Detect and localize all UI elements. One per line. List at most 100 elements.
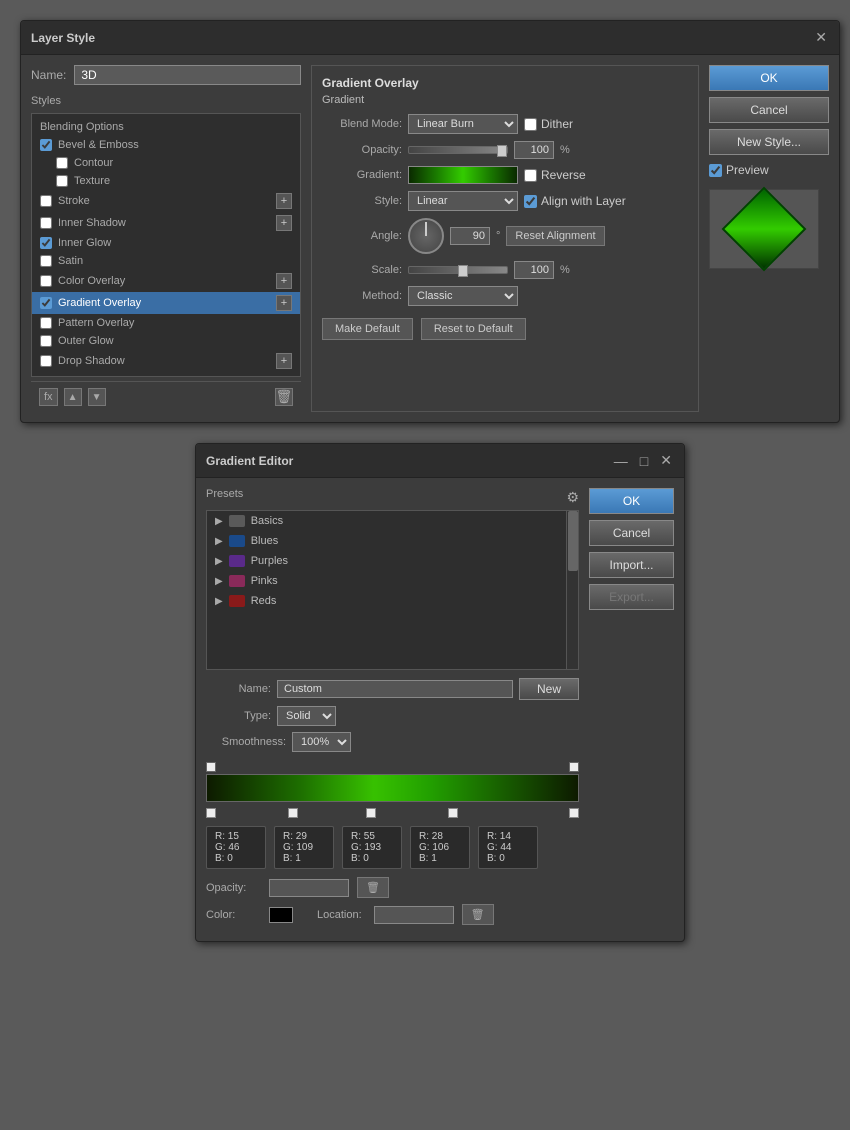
opacity-stop-right[interactable]	[569, 762, 579, 772]
ge-cancel-btn[interactable]: Cancel	[589, 520, 674, 546]
style-item-color-overlay[interactable]: Color Overlay +	[32, 270, 300, 292]
stroke-plus-btn[interactable]: +	[276, 193, 292, 209]
style-item-bevel[interactable]: Bevel & Emboss	[32, 136, 300, 154]
color-tooltip-5: R: 14G: 44B: 0	[478, 826, 538, 869]
style-item-gradient-overlay[interactable]: Gradient Overlay +	[32, 292, 300, 314]
scale-input[interactable]	[514, 261, 554, 279]
layer-style-close-button[interactable]: ✕	[813, 29, 829, 46]
reset-to-default-btn[interactable]: Reset to Default	[421, 318, 526, 340]
inner-shadow-checkbox[interactable]	[40, 217, 52, 229]
color-stop-3[interactable]	[366, 808, 376, 818]
down-arrow-button[interactable]: ▼	[88, 388, 106, 406]
smoothness-select[interactable]: 100% 75% 50%	[292, 732, 351, 752]
style-label: Style:	[322, 195, 402, 207]
dither-checkbox[interactable]	[524, 118, 537, 131]
gradient-overlay-panel: Gradient Overlay Gradient Blend Mode: Li…	[311, 65, 699, 412]
gradient-editor-titlebar: Gradient Editor — □ ✕	[196, 444, 684, 478]
preset-item-blues[interactable]: ▶ Blues	[207, 531, 578, 551]
presets-list: ▶ Basics ▶ Blues ▶ Purples ▶ Pin	[206, 510, 579, 670]
outer-glow-checkbox[interactable]	[40, 335, 52, 347]
style-item-satin[interactable]: Satin	[32, 252, 300, 270]
presets-gear-btn[interactable]: ⚙	[566, 489, 579, 506]
maximize-btn[interactable]: □	[638, 453, 650, 469]
method-select[interactable]: Classic Perceptual Linear	[408, 286, 518, 306]
angle-dial[interactable]	[408, 218, 444, 254]
ge-name-input[interactable]	[277, 680, 513, 698]
preset-purples-label: Purples	[251, 555, 288, 567]
bevel-checkbox[interactable]	[40, 139, 52, 151]
scale-slider-track[interactable]	[408, 266, 508, 274]
gradient-editor-close-btn[interactable]: ✕	[658, 452, 674, 469]
name-label: Name:	[31, 68, 66, 82]
opacity-slider-track[interactable]	[408, 146, 508, 154]
texture-checkbox[interactable]	[56, 175, 68, 187]
preset-item-pinks[interactable]: ▶ Pinks	[207, 571, 578, 591]
fx-button[interactable]: fx	[39, 388, 58, 406]
ge-ok-btn[interactable]: OK	[589, 488, 674, 514]
color-stop-1[interactable]	[206, 808, 216, 818]
color-swatch-small[interactable]	[269, 907, 293, 923]
gradient-overlay-checkbox[interactable]	[40, 297, 52, 309]
style-item-inner-shadow[interactable]: Inner Shadow +	[32, 212, 300, 234]
ge-opacity-delete-btn[interactable]: 🗑	[357, 877, 389, 898]
style-item-pattern-overlay[interactable]: Pattern Overlay	[32, 314, 300, 332]
ge-color-delete-btn[interactable]: 🗑	[462, 904, 494, 925]
minimize-btn[interactable]: —	[612, 453, 630, 469]
style-item-blending[interactable]: Blending Options	[32, 118, 300, 136]
preset-item-reds[interactable]: ▶ Reds	[207, 591, 578, 611]
texture-label: Texture	[74, 175, 110, 187]
drop-shadow-checkbox[interactable]	[40, 355, 52, 367]
name-input[interactable]	[74, 65, 301, 85]
opacity-stop-left[interactable]	[206, 762, 216, 772]
cancel-button[interactable]: Cancel	[709, 97, 829, 123]
color-stop-2[interactable]	[288, 808, 298, 818]
drop-shadow-plus-btn[interactable]: +	[276, 353, 292, 369]
ge-export-btn[interactable]: Export...	[589, 584, 674, 610]
new-style-button[interactable]: New Style...	[709, 129, 829, 155]
opacity-slider-thumb[interactable]	[497, 145, 507, 157]
color-overlay-plus-btn[interactable]: +	[276, 273, 292, 289]
style-item-texture[interactable]: Texture	[32, 172, 300, 190]
ge-opacity-input[interactable]	[269, 879, 349, 897]
blend-mode-select[interactable]: Linear Burn Normal Multiply Screen Overl…	[408, 114, 518, 134]
pattern-overlay-checkbox[interactable]	[40, 317, 52, 329]
stroke-checkbox[interactable]	[40, 195, 52, 207]
color-stop-4[interactable]	[448, 808, 458, 818]
ge-location-input[interactable]	[374, 906, 454, 924]
angle-input[interactable]	[450, 227, 490, 245]
style-item-drop-shadow[interactable]: Drop Shadow +	[32, 350, 300, 372]
preset-item-basics[interactable]: ▶ Basics	[207, 511, 578, 531]
preview-checkbox[interactable]	[709, 164, 722, 177]
reset-alignment-btn[interactable]: Reset Alignment	[506, 226, 604, 246]
inner-shadow-plus-btn[interactable]: +	[276, 215, 292, 231]
opacity-input[interactable]	[514, 141, 554, 159]
ge-type-select[interactable]: Solid Noise	[277, 706, 336, 726]
color-stop-5[interactable]	[569, 808, 579, 818]
style-select[interactable]: Linear Radial Angle Reflected Diamond	[408, 191, 518, 211]
align-with-layer-checkbox[interactable]	[524, 195, 537, 208]
drop-shadow-label: Drop Shadow	[58, 355, 125, 367]
color-overlay-checkbox[interactable]	[40, 275, 52, 287]
style-item-contour[interactable]: Contour	[32, 154, 300, 172]
gradient-overlay-plus-btn[interactable]: +	[276, 295, 292, 311]
preview-area	[709, 189, 819, 269]
satin-checkbox[interactable]	[40, 255, 52, 267]
gradient-bar[interactable]	[206, 774, 579, 802]
make-default-btn[interactable]: Make Default	[322, 318, 413, 340]
style-item-stroke[interactable]: Stroke +	[32, 190, 300, 212]
delete-button[interactable]: 🗑	[275, 388, 293, 406]
style-item-inner-glow[interactable]: Inner Glow	[32, 234, 300, 252]
inner-glow-checkbox[interactable]	[40, 237, 52, 249]
ge-import-btn[interactable]: Import...	[589, 552, 674, 578]
gradient-swatch[interactable]	[408, 166, 518, 184]
preset-item-purples[interactable]: ▶ Purples	[207, 551, 578, 571]
style-items-list: Blending Options Bevel & Emboss Contour	[31, 113, 301, 377]
up-arrow-button[interactable]: ▲	[64, 388, 82, 406]
style-item-outer-glow[interactable]: Outer Glow	[32, 332, 300, 350]
ge-new-btn[interactable]: New	[519, 678, 579, 700]
contour-checkbox[interactable]	[56, 157, 68, 169]
ok-button[interactable]: OK	[709, 65, 829, 91]
scale-slider-thumb[interactable]	[458, 265, 468, 277]
presets-scrollbar[interactable]	[566, 511, 578, 669]
reverse-checkbox[interactable]	[524, 169, 537, 182]
